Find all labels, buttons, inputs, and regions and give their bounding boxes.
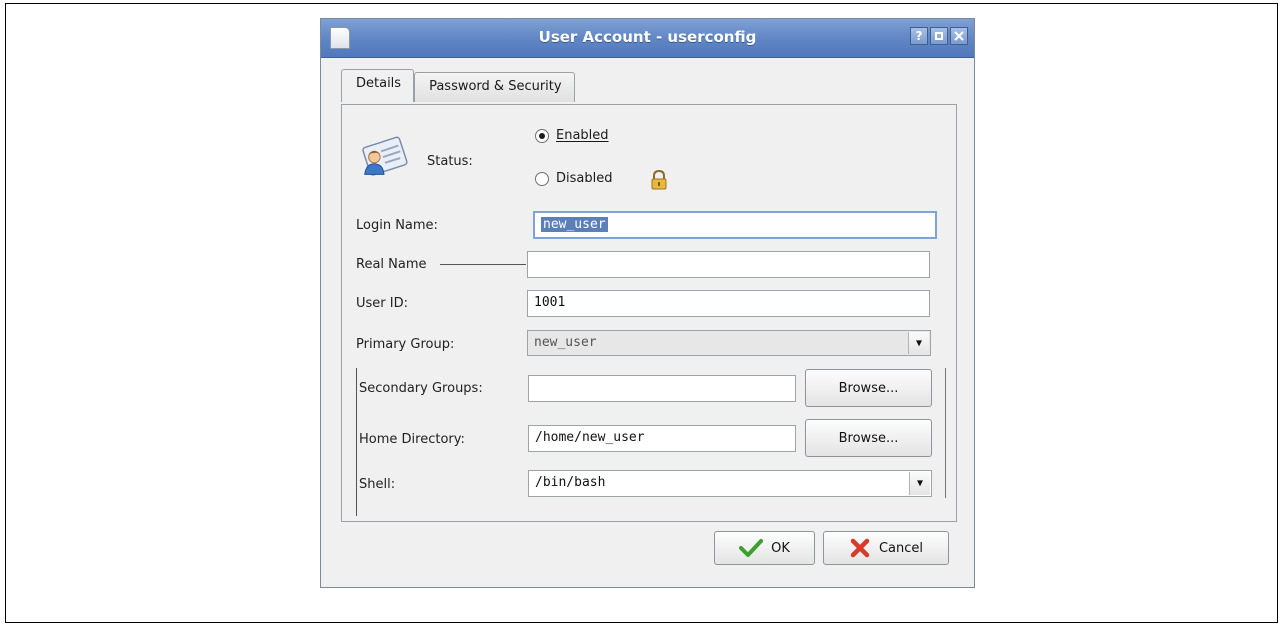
shell-label: Shell:: [359, 477, 396, 492]
enabled-radio-circle[interactable]: [535, 128, 549, 143]
window-title: User Account - userconfig: [538, 28, 757, 46]
user-id-label: User ID:: [356, 296, 408, 311]
user-card-icon: [362, 136, 408, 176]
secondary-groups-browse-button[interactable]: Browse...: [805, 369, 932, 407]
checkmark-icon: [739, 539, 764, 557]
primary-group-dropdown[interactable]: new_user ▼: [527, 330, 931, 356]
close-icon: [954, 31, 964, 41]
status-label: Status:: [427, 154, 473, 169]
tab-details-label: Details: [356, 76, 402, 91]
real-name-field[interactable]: [527, 251, 930, 278]
secondary-groups-field[interactable]: [528, 375, 796, 402]
maximize-icon: [935, 32, 943, 40]
secondary-groups-label: Secondary Groups:: [359, 381, 483, 396]
ok-label: OK: [771, 540, 790, 556]
home-directory-field[interactable]: /home/new_user: [528, 425, 796, 452]
chevron-down-icon[interactable]: ▼: [908, 332, 929, 354]
login-name-value: new_user: [541, 217, 608, 232]
lock-icon: [651, 170, 667, 190]
group-bracket-line: [356, 368, 357, 516]
radio-selected-dot: [539, 132, 545, 139]
login-name-label: Login Name:: [356, 218, 438, 233]
browse-label: Browse...: [838, 430, 899, 446]
tab-password-security-label: Password & Security: [429, 79, 562, 94]
help-button[interactable]: ?: [910, 27, 928, 45]
right-scroll-line: [945, 368, 946, 498]
shell-dropdown[interactable]: /bin/bash ▼: [528, 470, 932, 497]
primary-group-value: new_user: [534, 335, 597, 350]
home-directory-browse-button[interactable]: Browse...: [805, 419, 932, 457]
cancel-button[interactable]: Cancel: [823, 531, 949, 565]
tab-password-security[interactable]: Password & Security: [414, 72, 575, 102]
tab-details[interactable]: Details: [341, 69, 415, 102]
primary-group-label: Primary Group:: [356, 337, 455, 352]
browse-label: Browse...: [838, 380, 899, 396]
enabled-radio[interactable]: Enabled: [535, 128, 609, 143]
user-id-field[interactable]: 1001: [527, 290, 930, 317]
disabled-radio-circle[interactable]: [535, 171, 549, 186]
cross-icon: [850, 538, 870, 558]
label-leader-line: [440, 264, 526, 265]
shell-value: /bin/bash: [535, 475, 606, 490]
enabled-radio-label: Enabled: [556, 128, 609, 143]
disabled-radio-label: Disabled: [556, 171, 613, 186]
disabled-radio[interactable]: Disabled: [535, 171, 612, 186]
close-button[interactable]: [950, 27, 968, 45]
real-name-label: Real Name: [356, 257, 427, 272]
home-directory-label: Home Directory:: [359, 432, 465, 447]
cancel-label: Cancel: [878, 540, 924, 556]
login-name-field[interactable]: new_user: [533, 211, 937, 239]
ok-button[interactable]: OK: [714, 531, 815, 565]
chevron-down-icon[interactable]: ▼: [909, 472, 930, 495]
maximize-button[interactable]: [930, 27, 948, 45]
title-bar[interactable]: User Account - userconfig ?: [321, 19, 974, 58]
